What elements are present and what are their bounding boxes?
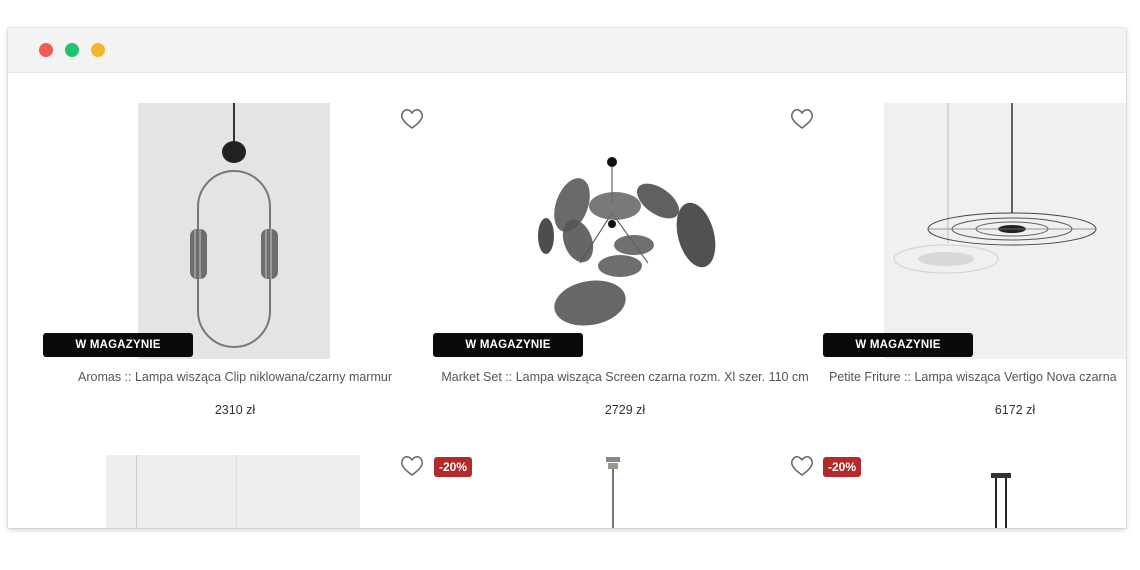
product-title[interactable]: Petite Friture :: Lampa wisząca Vertigo …: [829, 370, 1126, 384]
browser-window: W MAGAZYNIE Aromas :: Lampa wisząca Clip…: [8, 28, 1126, 528]
product-price: 6172 zł: [994, 403, 1036, 417]
heart-icon[interactable]: [400, 108, 424, 130]
product-image[interactable]: [884, 103, 1126, 359]
product-title[interactable]: Aromas :: Lampa wisząca Clip niklowana/c…: [40, 370, 430, 384]
product-row-2: -20% -20%: [8, 453, 1126, 528]
product-card[interactable]: W MAGAZYNIE Aromas :: Lampa wisząca Clip…: [40, 73, 430, 433]
product-image[interactable]: [520, 103, 730, 359]
product-card[interactable]: W MAGAZYNIE Petite Friture :: Lampa wisz…: [820, 73, 1126, 433]
product-image[interactable]: [106, 455, 360, 528]
floor-lamp-image[interactable]: [598, 455, 628, 528]
product-title[interactable]: Market Set :: Lampa wisząca Screen czarn…: [430, 370, 820, 384]
pendant-lamp-vertigo-image: [893, 103, 1097, 274]
heart-icon[interactable]: [400, 455, 424, 477]
pendant-lamp-screen-image: [538, 157, 716, 326]
minimize-window-button[interactable]: [65, 43, 79, 57]
heart-icon[interactable]: [790, 455, 814, 477]
product-grid: W MAGAZYNIE Aromas :: Lampa wisząca Clip…: [8, 73, 1126, 528]
pendant-lamp-image[interactable]: [986, 473, 1016, 528]
discount-badge: -20%: [823, 457, 862, 477]
stock-badge: W MAGAZYNIE: [43, 333, 193, 357]
title-bar: [8, 28, 1126, 73]
stock-badge: W MAGAZYNIE: [433, 333, 583, 357]
close-window-button[interactable]: [39, 43, 53, 57]
product-card[interactable]: W MAGAZYNIE Market Set :: Lampa wisząca …: [430, 73, 820, 433]
pendant-lamp-clip-image: [190, 103, 278, 348]
product-price: 2310 zł: [214, 403, 256, 417]
product-image[interactable]: [138, 103, 330, 359]
discount-badge: -20%: [434, 457, 473, 477]
zoom-window-button[interactable]: [91, 43, 105, 57]
product-price: 2729 zł: [604, 403, 646, 417]
stock-badge: W MAGAZYNIE: [823, 333, 973, 357]
heart-icon[interactable]: [790, 108, 814, 130]
